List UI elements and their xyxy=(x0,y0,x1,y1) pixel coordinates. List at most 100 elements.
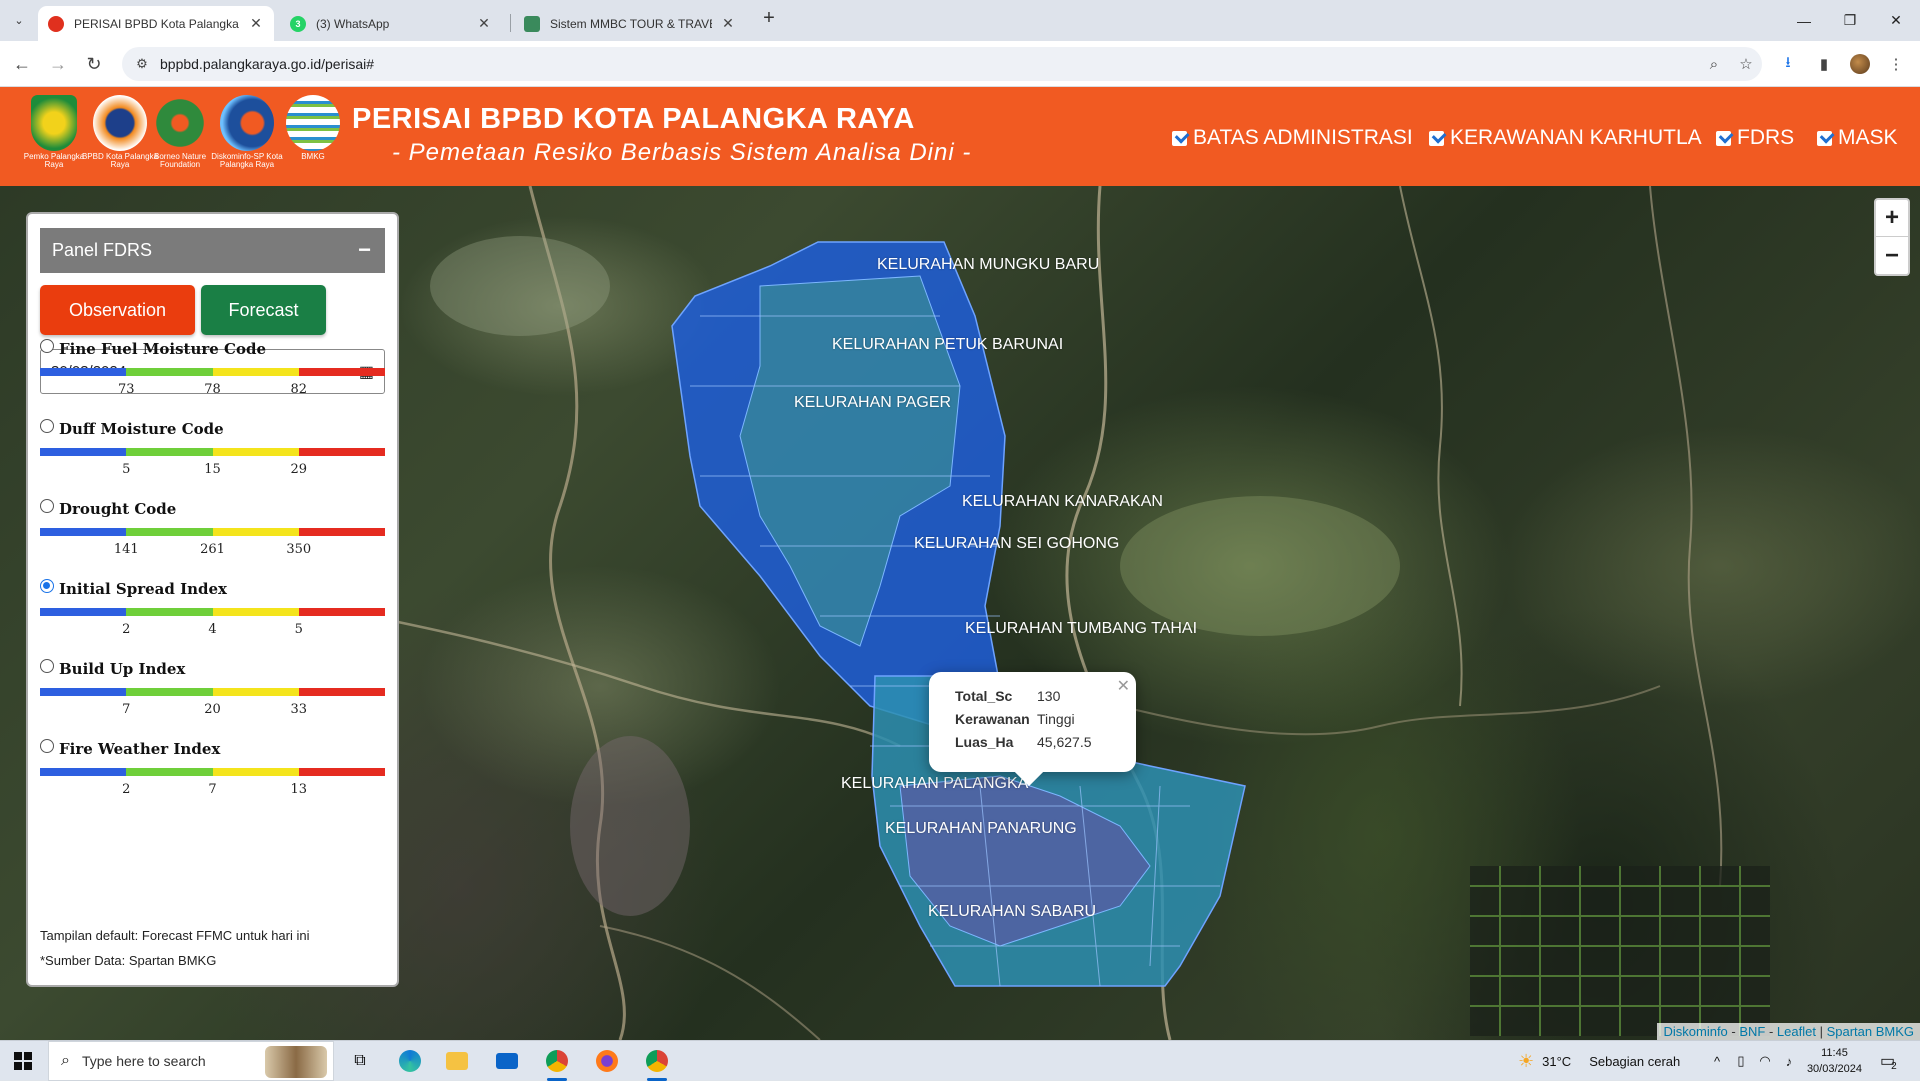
chevron-up-icon[interactable]: ^ xyxy=(1705,1054,1729,1069)
kelurahan-label: KELURAHAN SABARU xyxy=(928,903,1097,920)
toggle-batas-administrasi[interactable]: BATAS ADMINISTRASI xyxy=(1172,126,1413,150)
map-attribution: Diskominfo - BNF - Leaflet | Spartan BMK… xyxy=(1657,1023,1920,1040)
index-title-row[interactable]: Build Up Index xyxy=(40,659,385,679)
attribution-link[interactable]: Diskominfo xyxy=(1663,1024,1727,1039)
observation-button[interactable]: Observation xyxy=(40,285,195,335)
search-placeholder: Type here to search xyxy=(81,1053,206,1069)
app-header: Pemko Palangka Raya BPBD Kota Palangka R… xyxy=(0,87,1920,186)
tab-mmbc[interactable]: Sistem MMBC TOUR & TRAVEL ✕ xyxy=(514,6,746,41)
clock[interactable]: 11:45 30/03/2024 xyxy=(1807,1045,1862,1077)
edge-icon[interactable] xyxy=(390,1045,430,1077)
tab-search-button[interactable]: ⌄ xyxy=(8,9,30,31)
checkbox-checked-icon[interactable] xyxy=(1817,130,1832,146)
chrome-icon[interactable] xyxy=(537,1045,577,1081)
attribution-link[interactable]: BNF xyxy=(1739,1024,1765,1039)
popup-value: 45,627.5 xyxy=(1037,733,1092,750)
browser-menu-icon[interactable]: ⋮ xyxy=(1884,52,1908,76)
app-subtitle: - Pemetaan Resiko Berbasis Sistem Analis… xyxy=(392,139,972,166)
side-panel-icon[interactable]: ▮ xyxy=(1812,52,1836,76)
fdrs-index-option[interactable]: Drought Code 141 261 350 xyxy=(40,499,385,557)
taskbar-search[interactable]: ⌕ Type here to search xyxy=(48,1041,334,1081)
notification-button[interactable]: ▭ 2 xyxy=(1880,1041,1897,1081)
chrome-profile-icon[interactable] xyxy=(637,1045,677,1081)
radio-button[interactable] xyxy=(40,339,54,353)
index-title-row[interactable]: Drought Code xyxy=(40,499,385,519)
zoom-icon[interactable]: ⌕ xyxy=(1698,56,1730,73)
tree-logo-icon xyxy=(153,95,207,151)
fdrs-index-option[interactable]: Fire Weather Index 2 7 13 xyxy=(40,739,385,797)
scale-segment xyxy=(126,688,213,696)
close-icon[interactable]: ✕ xyxy=(476,15,492,32)
fdrs-index-option[interactable]: Fine Fuel Moisture Code 73 78 82 xyxy=(40,339,385,397)
weather-widget[interactable]: ☀ 31°C Sebagian cerah xyxy=(1518,1041,1680,1081)
toggle-kerawanan-karhutla[interactable]: KERAWANAN KARHUTLA xyxy=(1429,126,1702,150)
address-bar[interactable]: ⚙ bppbd.palangkaraya.go.id/perisai# ⌕ ☆ xyxy=(122,47,1762,81)
tab-perisai[interactable]: PERISAI BPBD Kota Palangka Ra ✕ xyxy=(38,6,274,41)
tab-whatsapp[interactable]: 3 (3) WhatsApp ✕ xyxy=(280,6,502,41)
scale-tick-label: 4 xyxy=(208,622,217,637)
attribution-link[interactable]: Spartan BMKG xyxy=(1827,1024,1914,1039)
site-info-icon[interactable]: ⚙ xyxy=(134,56,150,72)
whatsapp-badge: 3 xyxy=(295,18,301,29)
toggle-label: FDRS xyxy=(1737,126,1795,149)
radio-button[interactable] xyxy=(40,419,54,433)
scale-segment xyxy=(212,448,299,456)
zoom-in-button[interactable]: + xyxy=(1876,200,1908,237)
file-explorer-icon[interactable] xyxy=(437,1045,477,1077)
firefox-icon[interactable] xyxy=(587,1045,627,1077)
bookmark-star-icon[interactable]: ☆ xyxy=(1730,55,1762,73)
weather-desc: Sebagian cerah xyxy=(1589,1053,1681,1069)
radio-button[interactable] xyxy=(40,739,54,753)
windows-start-icon[interactable] xyxy=(14,1052,32,1070)
back-arrow-icon[interactable]: ← xyxy=(10,52,34,76)
zoom-out-button[interactable]: − xyxy=(1876,237,1908,274)
index-title-row[interactable]: Fine Fuel Moisture Code xyxy=(40,339,385,359)
radio-button[interactable] xyxy=(40,659,54,673)
toggle-mask[interactable]: MASK xyxy=(1817,126,1898,150)
reload-icon[interactable]: ↻ xyxy=(82,52,106,76)
new-tab-icon[interactable]: + xyxy=(758,8,780,30)
minimize-panel-button[interactable]: − xyxy=(358,237,371,263)
url-text[interactable]: bppbd.palangkaraya.go.id/perisai# xyxy=(160,56,1698,72)
browser-tab-bar: ⌄ PERISAI BPBD Kota Palangka Ra ✕ 3 (3) … xyxy=(0,0,1920,41)
scale-tick-label: 350 xyxy=(286,542,312,557)
index-title-row[interactable]: Initial Spread Index xyxy=(40,579,385,599)
scale-ticks: 2 7 13 xyxy=(40,776,385,797)
scale-segment xyxy=(298,608,385,616)
fdrs-index-option[interactable]: Initial Spread Index 2 4 5 xyxy=(40,579,385,637)
browser-toolbar: ← → ↻ ⚙ bppbd.palangkaraya.go.id/perisai… xyxy=(0,41,1920,87)
device-icon[interactable]: ▯ xyxy=(1729,1053,1753,1069)
index-title-row[interactable]: Duff Moisture Code xyxy=(40,419,385,439)
whatsapp-favicon-icon: 3 xyxy=(290,15,306,32)
forward-arrow-icon[interactable]: → xyxy=(46,52,70,76)
attribution-link[interactable]: Leaflet xyxy=(1777,1024,1816,1039)
profile-avatar[interactable] xyxy=(1848,52,1872,76)
task-view-icon[interactable]: ⧉ xyxy=(340,1045,380,1077)
close-window-icon[interactable]: ✕ xyxy=(1873,0,1919,41)
checkbox-checked-icon[interactable] xyxy=(1172,130,1187,146)
download-icon[interactable]: ⭳ xyxy=(1776,52,1800,76)
kelurahan-label: KELURAHAN PETUK BARUNAI xyxy=(832,336,1064,353)
checkbox-checked-icon[interactable] xyxy=(1716,130,1731,146)
restore-window-icon[interactable]: ❐ xyxy=(1827,0,1873,41)
fdrs-index-option[interactable]: Duff Moisture Code 5 15 29 xyxy=(40,419,385,477)
weather-sun-icon: ☀ xyxy=(1518,1050,1535,1071)
tab-title: Sistem MMBC TOUR & TRAVEL xyxy=(550,16,712,31)
close-icon[interactable]: ✕ xyxy=(720,15,736,32)
mail-icon[interactable] xyxy=(487,1045,527,1077)
scale-segment xyxy=(40,608,127,616)
minimize-window-icon[interactable]: — xyxy=(1781,0,1827,41)
volume-icon[interactable]: ♪ xyxy=(1777,1054,1801,1069)
fdrs-index-option[interactable]: Build Up Index 7 20 33 xyxy=(40,659,385,717)
radio-button[interactable] xyxy=(40,579,54,593)
checkbox-checked-icon[interactable] xyxy=(1429,130,1444,146)
search-highlight-image xyxy=(265,1046,327,1078)
radio-button[interactable] xyxy=(40,499,54,513)
toggle-fdrs[interactable]: FDRS xyxy=(1716,126,1794,150)
index-title-row[interactable]: Fire Weather Index xyxy=(40,739,385,759)
wifi-icon[interactable]: ◠ xyxy=(1753,1053,1777,1069)
forecast-button[interactable]: Forecast xyxy=(201,285,326,335)
close-icon[interactable]: ✕ xyxy=(248,15,264,32)
popup-value: Tinggi xyxy=(1037,710,1075,727)
scale-tick-label: 33 xyxy=(290,702,308,717)
